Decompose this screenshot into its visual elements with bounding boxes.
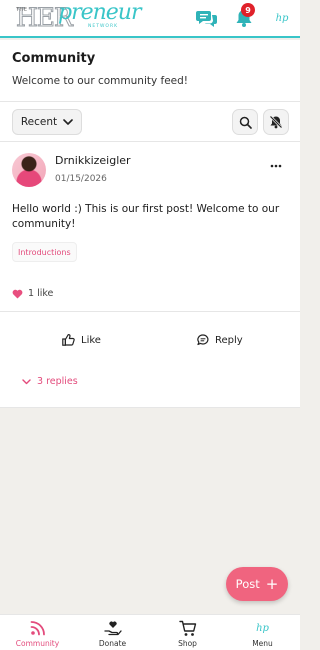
reply-label: Reply [215, 334, 243, 346]
heart-icon [12, 289, 23, 298]
page-title: Community [12, 51, 96, 66]
nav-item-donate[interactable]: Donate [75, 615, 150, 650]
notification-count-badge: 9 [241, 3, 255, 17]
post-author[interactable]: Drnikkizeigler [55, 154, 131, 167]
cart-icon [178, 620, 196, 636]
rss-icon [30, 621, 45, 636]
plus-icon: + [265, 574, 279, 593]
page-subtitle: Welcome to our community feed! [12, 75, 189, 87]
chevron-down-icon [63, 118, 73, 125]
post-more-button[interactable] [266, 160, 286, 172]
author-avatar[interactable] [12, 153, 46, 187]
view-replies-toggle[interactable]: 3 replies [22, 376, 78, 387]
nav-item-shop[interactable]: Shop [150, 615, 225, 650]
reply-button[interactable]: Reply [197, 334, 243, 346]
post-date: 01/15/2026 [55, 174, 107, 184]
bell-off-icon [269, 115, 283, 129]
logo-network-text: NETWORK [88, 24, 119, 29]
profile-button[interactable]: hp [270, 6, 294, 30]
brand-mini-logo-icon: hp [275, 12, 289, 24]
brand-menu-icon: hp [256, 622, 269, 634]
post-divider [0, 311, 300, 312]
bottom-navigation: Community Donate Shop hp Menu [0, 614, 300, 650]
brand-logo[interactable]: HER THE preneur NETWORK [12, 0, 142, 36]
mute-notifications-button[interactable] [263, 109, 289, 135]
nav-item-community[interactable]: Community [0, 615, 75, 650]
nav-label-donate: Donate [98, 639, 127, 648]
comment-icon [197, 334, 209, 346]
likes-summary[interactable]: 1 like [12, 288, 53, 299]
chevron-down-icon [22, 378, 31, 384]
replies-count: 3 replies [37, 376, 78, 387]
sort-label: Recent [20, 116, 58, 128]
nav-item-menu[interactable]: hp Menu [225, 615, 300, 650]
logo-script-text: preneur [58, 0, 141, 25]
sort-dropdown[interactable]: Recent [12, 109, 82, 135]
search-icon [239, 116, 252, 129]
chat-bubbles-icon [196, 11, 217, 27]
top-app-bar: HER THE preneur NETWORK 9 hp [0, 0, 300, 38]
more-horizontal-icon [270, 164, 282, 168]
like-label: Like [81, 334, 101, 346]
feed-post: Drnikkizeigler 01/15/2026 Hello world :)… [0, 142, 300, 408]
page-header: Community Welcome to our community feed! [0, 40, 300, 102]
search-button[interactable] [232, 109, 258, 135]
thumbs-up-icon [62, 334, 75, 346]
nav-label-menu: Menu [252, 639, 273, 648]
logo-the-text: THE [16, 7, 28, 13]
new-post-button[interactable]: Post + [226, 567, 288, 601]
nav-label-community: Community [15, 639, 60, 648]
nav-label-shop: Shop [178, 639, 197, 648]
like-button[interactable]: Like [62, 334, 101, 346]
likes-count: 1 like [28, 288, 54, 299]
messages-button[interactable] [195, 6, 219, 30]
post-body: Hello world :) This is our first post! W… [12, 203, 280, 230]
heart-hand-icon [103, 621, 122, 636]
feed-toolbar: Recent [0, 102, 300, 142]
new-post-label: Post [235, 577, 260, 591]
post-tag[interactable]: Introductions [12, 242, 77, 262]
